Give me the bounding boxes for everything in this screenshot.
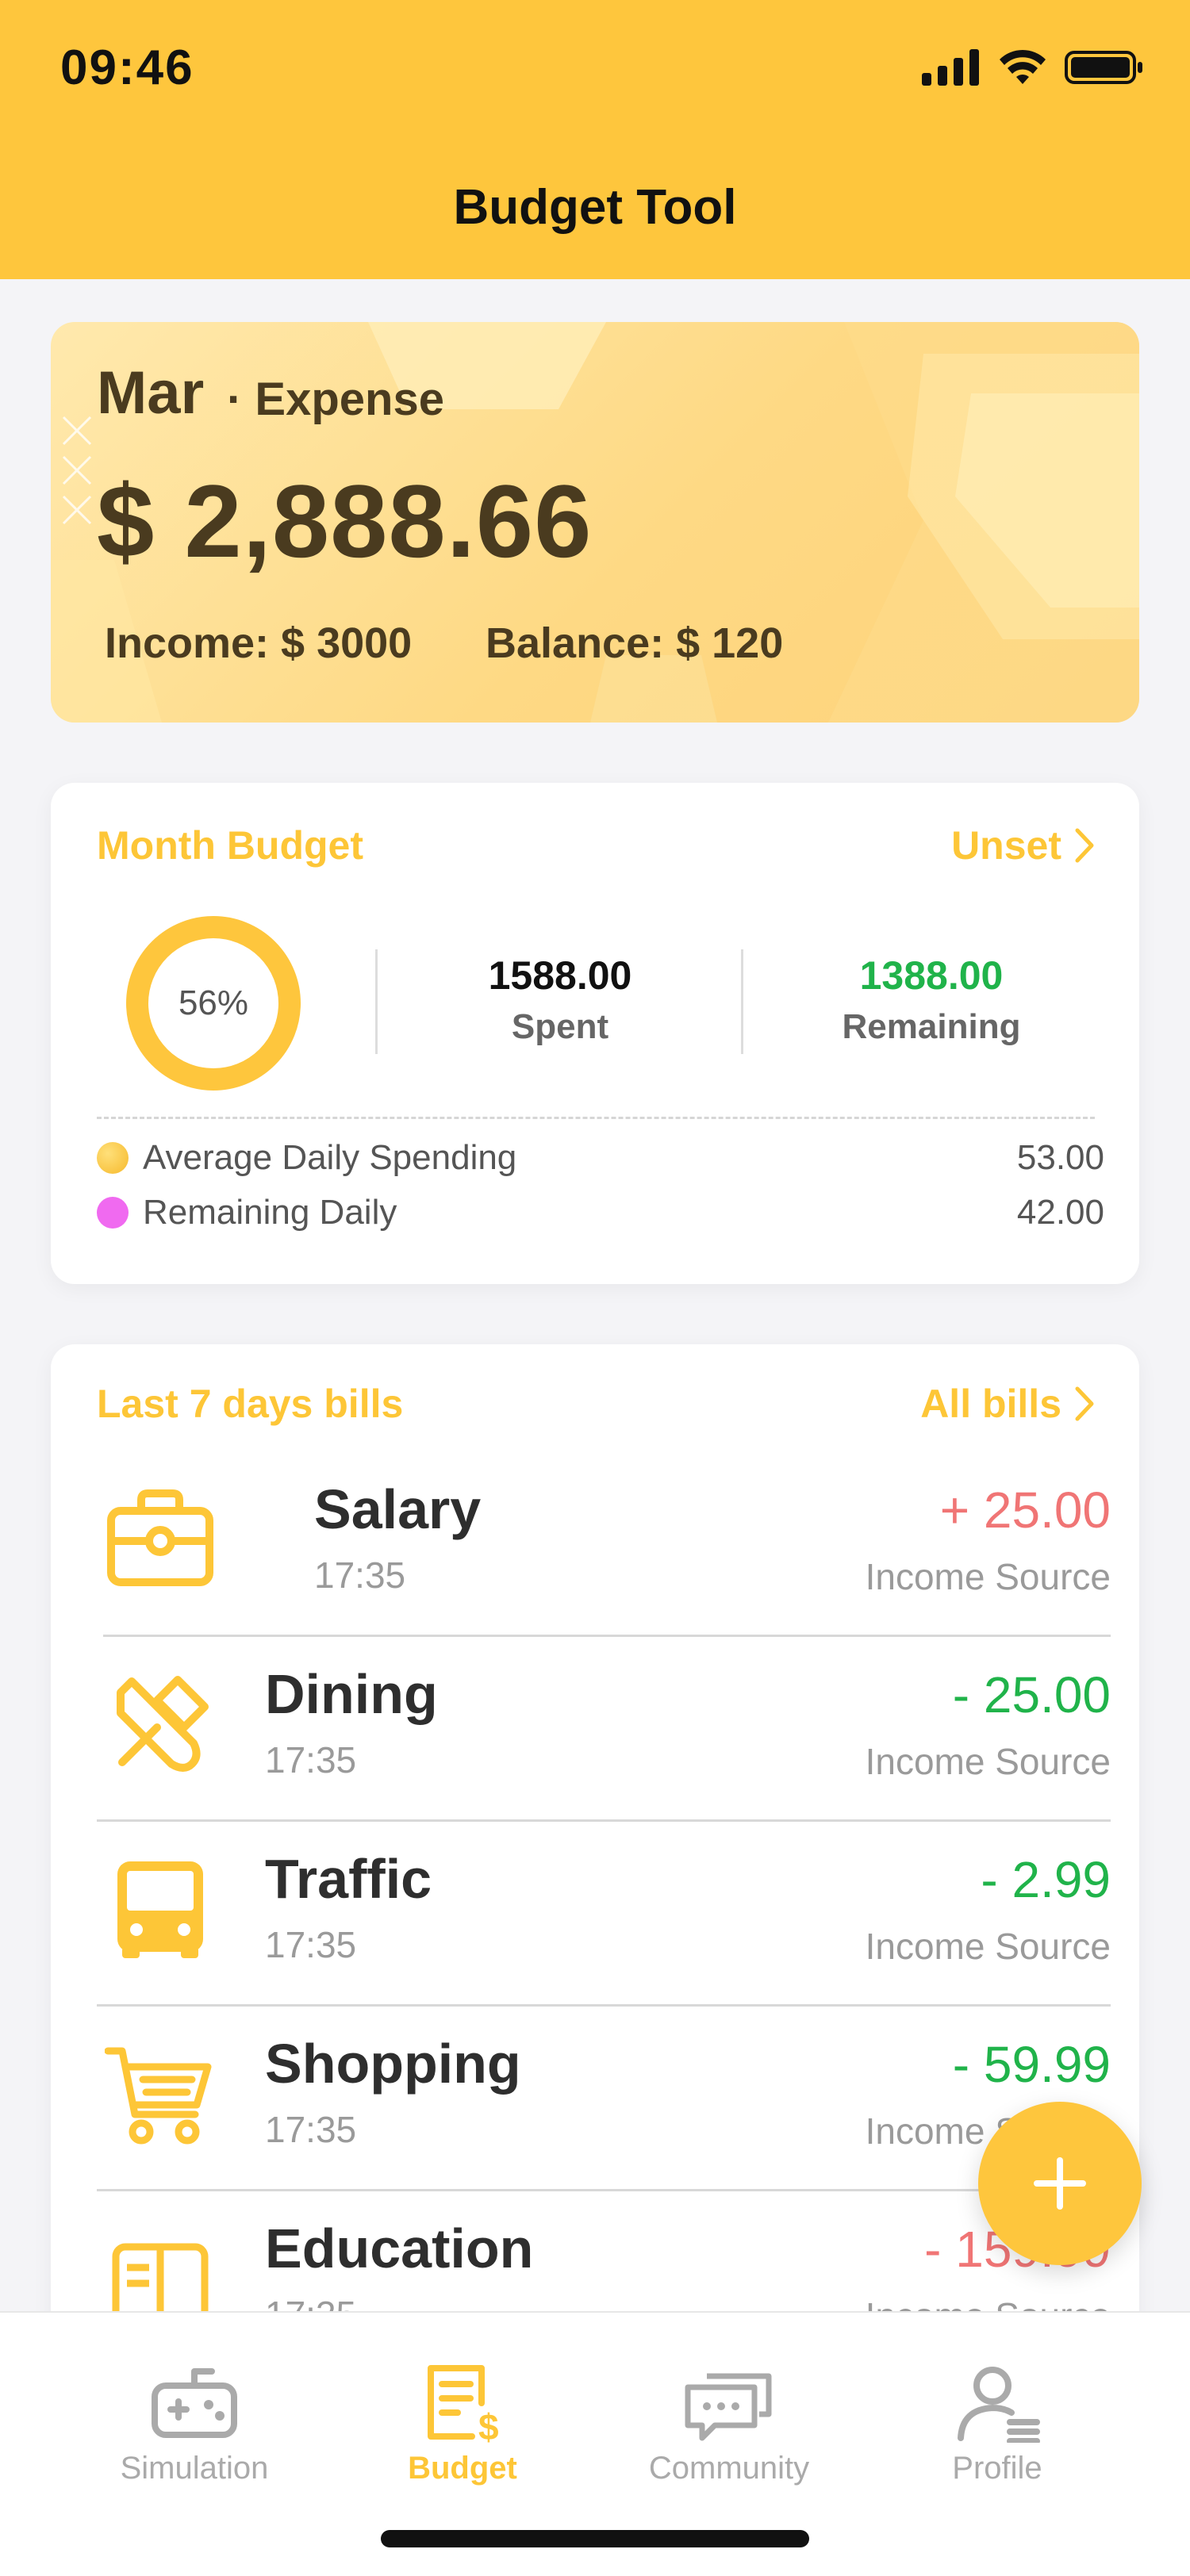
month-budget-card: Month Budget Unset 56% 1588.00 Spent 138…	[51, 783, 1139, 1284]
stat-divider	[741, 949, 743, 1054]
average-daily-spending-row: Average Daily Spending 53.00	[97, 1138, 1104, 1178]
expense-label: · Expense	[227, 374, 444, 425]
recent-bills-title: Last 7 days bills	[97, 1382, 404, 1426]
gamepad-icon	[152, 2368, 237, 2438]
legend-label: Remaining Daily	[143, 1193, 397, 1232]
tab-simulation[interactable]: Simulation	[95, 2363, 294, 2486]
dashed-divider	[97, 1117, 1095, 1119]
page-title: Budget Tool	[453, 180, 737, 235]
add-bill-button[interactable]	[978, 2102, 1142, 2265]
user-icon	[958, 2367, 1040, 2443]
plus-icon	[1034, 2157, 1086, 2210]
spent-label: Spent	[511, 1007, 609, 1046]
remaining-value: 1388.00	[859, 953, 1004, 998]
utensils-icon	[117, 1676, 209, 1772]
tab-profile[interactable]: Profile	[898, 2363, 1096, 2486]
app-header: 09:46 Budget Tool	[0, 0, 1190, 279]
budget-progress-text: 56%	[178, 983, 249, 1022]
remaining-label: Remaining	[842, 1007, 1021, 1046]
legend-value: 53.00	[1016, 1138, 1104, 1177]
expense-amount: $ 2,888.66	[97, 463, 593, 579]
bill-time: 17:35	[265, 1739, 357, 1781]
bill-name: Education	[265, 2218, 534, 2279]
chat-icon	[685, 2373, 772, 2441]
battery-icon	[1065, 51, 1142, 84]
all-bills-label: All bills	[920, 1382, 1061, 1426]
all-bills-link[interactable]: All bills	[920, 1381, 1095, 1427]
bill-amount: - 2.99	[981, 1851, 1111, 1908]
tab-label: Community	[648, 2451, 810, 2486]
bill-time: 17:35	[314, 1554, 406, 1596]
tab-label: Budget	[408, 2451, 517, 2486]
expense-summary-card[interactable]: Mar · Expense $ 2,888.66 Income: $ 3000 …	[51, 322, 1139, 723]
tab-label: Simulation	[120, 2451, 269, 2486]
bill-row-salary[interactable]: Salary 17:35 + 25.00 Income Source	[97, 1452, 1111, 1637]
bus-icon	[117, 1861, 203, 1958]
expense-month: Mar	[97, 359, 205, 427]
unset-budget-label: Unset	[951, 823, 1061, 868]
bill-amount: - 59.99	[952, 2036, 1111, 2093]
cart-icon	[105, 2047, 212, 2145]
balance-summary: Balance: $ 120	[486, 619, 784, 667]
legend-dot-pink	[97, 1197, 129, 1229]
wifi-icon	[1000, 49, 1046, 84]
bill-row-traffic[interactable]: Traffic 17:35 - 2.99 Income Source	[97, 1822, 1111, 2007]
bill-source: Income Source	[865, 1926, 1111, 1967]
bill-source: Income Source	[865, 1741, 1111, 1782]
stat-divider	[375, 949, 378, 1054]
legend-dot-yellow	[97, 1142, 129, 1174]
income-summary: Income: $ 3000	[105, 619, 413, 667]
bill-amount: + 25.00	[939, 1482, 1111, 1539]
legend-value: 42.00	[1016, 1193, 1104, 1232]
status-time: 09:46	[60, 40, 194, 95]
spent-value: 1588.00	[488, 953, 632, 998]
bill-source: Income Source	[865, 1556, 1111, 1597]
tab-label: Profile	[952, 2451, 1042, 2486]
bill-name: Shopping	[265, 2033, 521, 2095]
unset-budget-link[interactable]: Unset	[951, 822, 1095, 868]
bill-time: 17:35	[265, 2109, 357, 2150]
tab-budget[interactable]: $ Budget	[363, 2363, 562, 2486]
budget-doc-icon: $	[428, 2365, 499, 2443]
cellular-signal-icon	[922, 49, 979, 86]
bill-name: Salary	[314, 1478, 482, 1540]
remaining-daily-row: Remaining Daily 42.00	[97, 1193, 1104, 1232]
tab-community[interactable]: Community	[630, 2363, 828, 2486]
month-budget-title: Month Budget	[97, 823, 364, 868]
svg-text:$: $	[478, 2406, 499, 2443]
bill-name: Traffic	[265, 1848, 432, 1910]
bill-amount: - 25.00	[952, 1666, 1111, 1723]
legend-label: Average Daily Spending	[143, 1138, 517, 1177]
chevron-right-icon	[1075, 1386, 1094, 1421]
bill-name: Dining	[265, 1663, 438, 1725]
status-icons	[922, 49, 1144, 86]
chevron-right-icon	[1075, 828, 1094, 863]
bill-time: 17:35	[265, 1924, 357, 1965]
bill-row-dining[interactable]: Dining 17:35 - 25.00 Income Source	[97, 1637, 1111, 1822]
home-indicator	[381, 2530, 809, 2547]
recent-bills-card: Last 7 days bills All bills Salary 17:35…	[51, 1344, 1139, 2375]
bill-row-shopping[interactable]: Shopping 17:35 - 59.99 Income Source	[97, 2007, 1111, 2191]
briefcase-icon	[107, 1489, 213, 1586]
